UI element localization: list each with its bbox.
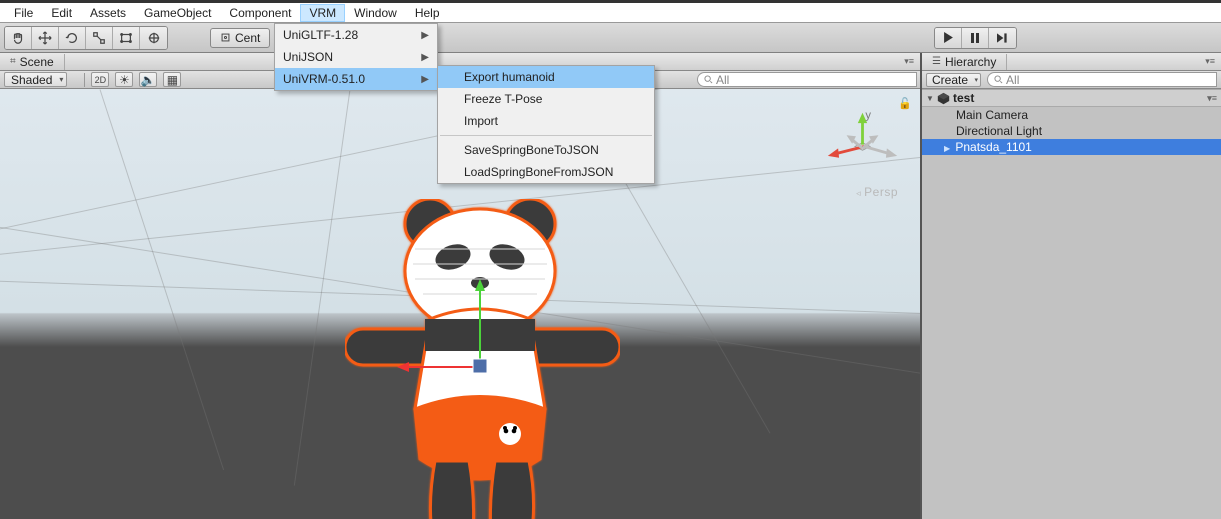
step-icon: [997, 33, 1008, 43]
speaker-icon: 🔈: [141, 73, 156, 87]
shading-mode-label: Shaded: [11, 73, 52, 87]
submenu-save-springbone[interactable]: SaveSpringBoneToJSON: [438, 139, 654, 161]
vrm-menu-item-label: UniJSON: [283, 50, 333, 64]
hierarchy-scene-root[interactable]: ▼ test ▾≡: [922, 89, 1221, 107]
rect-tool[interactable]: [113, 27, 140, 49]
scene-fx-toggle[interactable]: ▦: [163, 72, 181, 87]
univrm-submenu: Export humanoid Freeze T-Pose Import Sav…: [437, 65, 655, 184]
expand-triangle-icon[interactable]: ▶: [944, 144, 952, 153]
hierarchy-create-label: Create: [932, 73, 968, 87]
play-button[interactable]: [935, 28, 962, 48]
hand-tool[interactable]: [5, 27, 32, 49]
grid-icon: ⌗: [10, 56, 16, 67]
axis-y-label: y: [865, 109, 871, 121]
vrm-menu-item-label: UniVRM-0.51.0: [283, 72, 365, 86]
hierarchy-item[interactable]: Directional Light: [922, 123, 1221, 139]
move-icon: [38, 31, 52, 45]
vrm-menu-unijson[interactable]: UniJSON ▶: [275, 46, 437, 68]
hierarchy-tree[interactable]: ▼ test ▾≡ Main Camera Directional Light …: [922, 89, 1221, 519]
scene-light-toggle[interactable]: ☀: [115, 72, 133, 87]
transform-tool[interactable]: [140, 27, 167, 49]
vrm-dropdown-menu: UniGLTF-1.28 ▶ UniJSON ▶ UniVRM-0.51.0 ▶: [274, 23, 438, 91]
hierarchy-tab-label: Hierarchy: [945, 55, 996, 69]
rotate-tool[interactable]: [59, 27, 86, 49]
hierarchy-create-dropdown[interactable]: Create: [926, 73, 981, 87]
menu-help[interactable]: Help: [406, 4, 449, 22]
submenu-arrow-icon: ▶: [421, 30, 429, 41]
hierarchy-item-label: Pnatsda_1101: [955, 140, 1032, 154]
rotate-icon: [65, 31, 79, 45]
view-2d-toggle[interactable]: 2D: [91, 72, 109, 87]
hand-icon: [11, 31, 25, 45]
play-controls: [934, 27, 1017, 49]
scene-tab-label: Scene: [20, 55, 54, 69]
hierarchy-item[interactable]: Main Camera: [922, 107, 1221, 123]
vrm-menu-item-label: UniGLTF-1.28: [283, 28, 358, 42]
hierarchy-tab[interactable]: ☰ Hierarchy: [922, 54, 1007, 70]
center-icon: [220, 32, 231, 43]
submenu-freeze-tpose[interactable]: Freeze T-Pose: [438, 88, 654, 110]
combined-icon: [147, 31, 161, 45]
sun-icon: ☀: [119, 73, 130, 87]
hierarchy-panel: ☰ Hierarchy ▾≡ Create All ▼ test ▾≡: [921, 53, 1221, 519]
submenu-import[interactable]: Import: [438, 110, 654, 132]
scene-search-placeholder: All: [716, 73, 729, 87]
hierarchy-search-placeholder: All: [1006, 73, 1019, 87]
menu-bar: File Edit Assets GameObject Component VR…: [0, 3, 1221, 23]
pause-icon: [970, 33, 980, 43]
menu-file[interactable]: File: [5, 4, 42, 22]
hierarchy-tab-menu-icon[interactable]: ▾≡: [1205, 56, 1221, 67]
expand-triangle-icon[interactable]: ▼: [926, 94, 934, 103]
image-icon: ▦: [167, 73, 178, 87]
scene-tab[interactable]: ⌗ Scene: [0, 54, 65, 70]
hierarchy-root-label: test: [953, 91, 974, 105]
scene-tab-menu-icon[interactable]: ▾≡: [904, 56, 920, 67]
pause-button[interactable]: [962, 28, 989, 48]
search-icon: [994, 75, 1003, 84]
submenu-arrow-icon: ▶: [421, 74, 429, 85]
scale-icon: [92, 31, 106, 45]
scene-character-panda: [345, 199, 620, 519]
scene-context-menu-icon[interactable]: ▾≡: [1207, 93, 1217, 104]
step-button[interactable]: [989, 28, 1016, 48]
menu-vrm[interactable]: VRM: [300, 4, 345, 22]
move-tool[interactable]: [32, 27, 59, 49]
unity-logo-icon: [937, 92, 950, 105]
menu-window[interactable]: Window: [345, 4, 406, 22]
menu-assets[interactable]: Assets: [81, 4, 135, 22]
menu-gameobject[interactable]: GameObject: [135, 4, 220, 22]
menu-component[interactable]: Component: [220, 4, 300, 22]
submenu-load-springbone[interactable]: LoadSpringBoneFromJSON: [438, 161, 654, 183]
camera-projection-label[interactable]: ◃ Persp: [856, 185, 898, 199]
scene-audio-toggle[interactable]: 🔈: [139, 72, 157, 87]
pivot-center-button[interactable]: Cent: [210, 28, 270, 48]
transform-tool-group: [4, 26, 168, 50]
shading-mode-dropdown[interactable]: Shaded: [4, 72, 67, 87]
menu-edit[interactable]: Edit: [42, 4, 81, 22]
scale-tool[interactable]: [86, 27, 113, 49]
vrm-menu-unigltf[interactable]: UniGLTF-1.28 ▶: [275, 24, 437, 46]
lock-icon[interactable]: 🔓: [898, 97, 912, 110]
hierarchy-search-field[interactable]: All: [987, 72, 1217, 87]
submenu-export-humanoid[interactable]: Export humanoid: [438, 66, 654, 88]
hierarchy-icon: ☰: [932, 56, 941, 67]
hierarchy-item-selected[interactable]: ▶ Pnatsda_1101: [922, 139, 1221, 155]
toolbar: Cent: [0, 23, 1221, 53]
search-icon: [704, 75, 713, 84]
pivot-center-label: Cent: [235, 31, 260, 45]
play-icon: [943, 32, 954, 43]
scene-search-field[interactable]: All: [697, 72, 917, 87]
rect-icon: [119, 31, 133, 45]
menu-separator: [440, 135, 652, 136]
orientation-gizmo[interactable]: y: [825, 109, 900, 184]
submenu-arrow-icon: ▶: [421, 52, 429, 63]
vrm-menu-univrm[interactable]: UniVRM-0.51.0 ▶: [275, 68, 437, 90]
